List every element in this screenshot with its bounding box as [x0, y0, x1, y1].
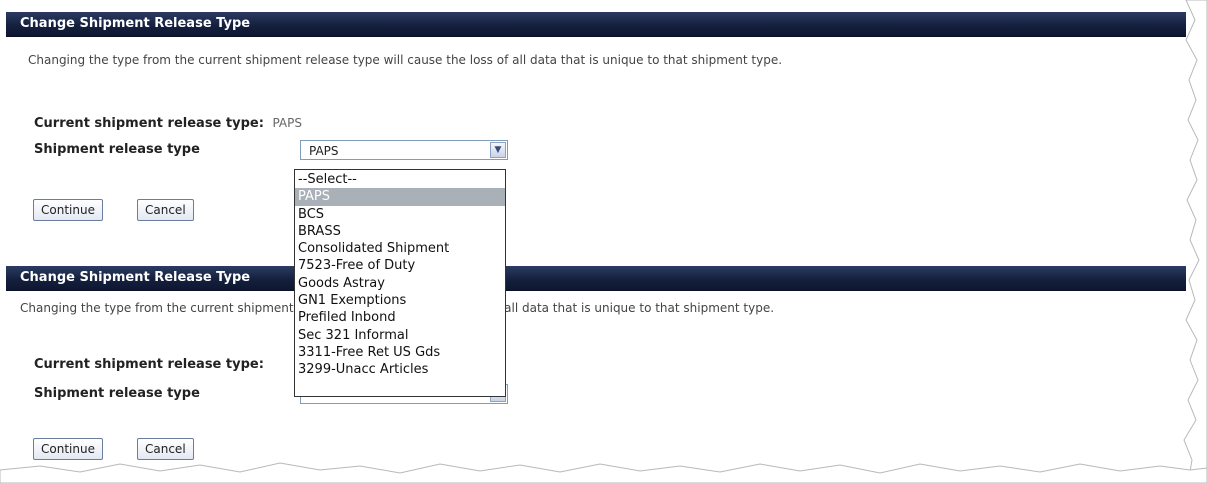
cancel-button[interactable]: Cancel: [137, 438, 194, 460]
shipment-type-dropdown-list[interactable]: --Select-- PAPS BCS BRASS Consolidated S…: [294, 169, 506, 397]
dropdown-option[interactable]: Sec 321 Informal: [295, 327, 505, 344]
current-type-value: PAPS: [272, 116, 302, 130]
select-value: PAPS: [309, 144, 339, 158]
current-type-row: Current shipment release type:: [34, 357, 264, 372]
cancel-button[interactable]: Cancel: [137, 199, 194, 221]
dropdown-option[interactable]: 7523-Free of Duty: [295, 257, 505, 274]
dropdown-option[interactable]: BRASS: [295, 223, 505, 240]
dropdown-option[interactable]: 3311-Free Ret US Gds: [295, 344, 505, 361]
change-shipment-panel-1: Change Shipment Release Type Changing th…: [6, 12, 1186, 248]
continue-button[interactable]: Continue: [33, 199, 103, 221]
shipment-type-label: Shipment release type: [34, 386, 200, 401]
shipment-type-select[interactable]: PAPS ▼: [300, 140, 508, 160]
panel-title: Change Shipment Release Type: [6, 266, 1186, 291]
shipment-type-label: Shipment release type: [34, 142, 200, 157]
dropdown-option[interactable]: BCS: [295, 206, 505, 223]
panel-description: Changing the type from the current shipm…: [28, 53, 783, 67]
dropdown-option[interactable]: --Select--: [295, 171, 505, 188]
current-type-label: Current shipment release type:: [34, 357, 264, 372]
chevron-down-icon[interactable]: ▼: [490, 142, 506, 158]
panel-title: Change Shipment Release Type: [6, 12, 1186, 37]
continue-button[interactable]: Continue: [33, 438, 103, 460]
dropdown-option[interactable]: Prefiled Inbond: [295, 309, 505, 326]
dropdown-option[interactable]: Goods Astray: [295, 275, 505, 292]
current-type-row: Current shipment release type: PAPS: [34, 116, 302, 131]
dropdown-option[interactable]: GN1 Exemptions: [295, 292, 505, 309]
dropdown-option[interactable]: 3299-Unacc Articles: [295, 361, 505, 378]
change-shipment-panel-2: Change Shipment Release Type Changing th…: [6, 266, 1186, 483]
current-type-label: Current shipment release type:: [34, 116, 264, 131]
dropdown-option[interactable]: Consolidated Shipment: [295, 240, 505, 257]
page: Change Shipment Release Type Changing th…: [0, 0, 1207, 483]
dropdown-option-selected[interactable]: PAPS: [295, 188, 505, 206]
panel-description: Changing the type from the current shipm…: [20, 301, 775, 315]
